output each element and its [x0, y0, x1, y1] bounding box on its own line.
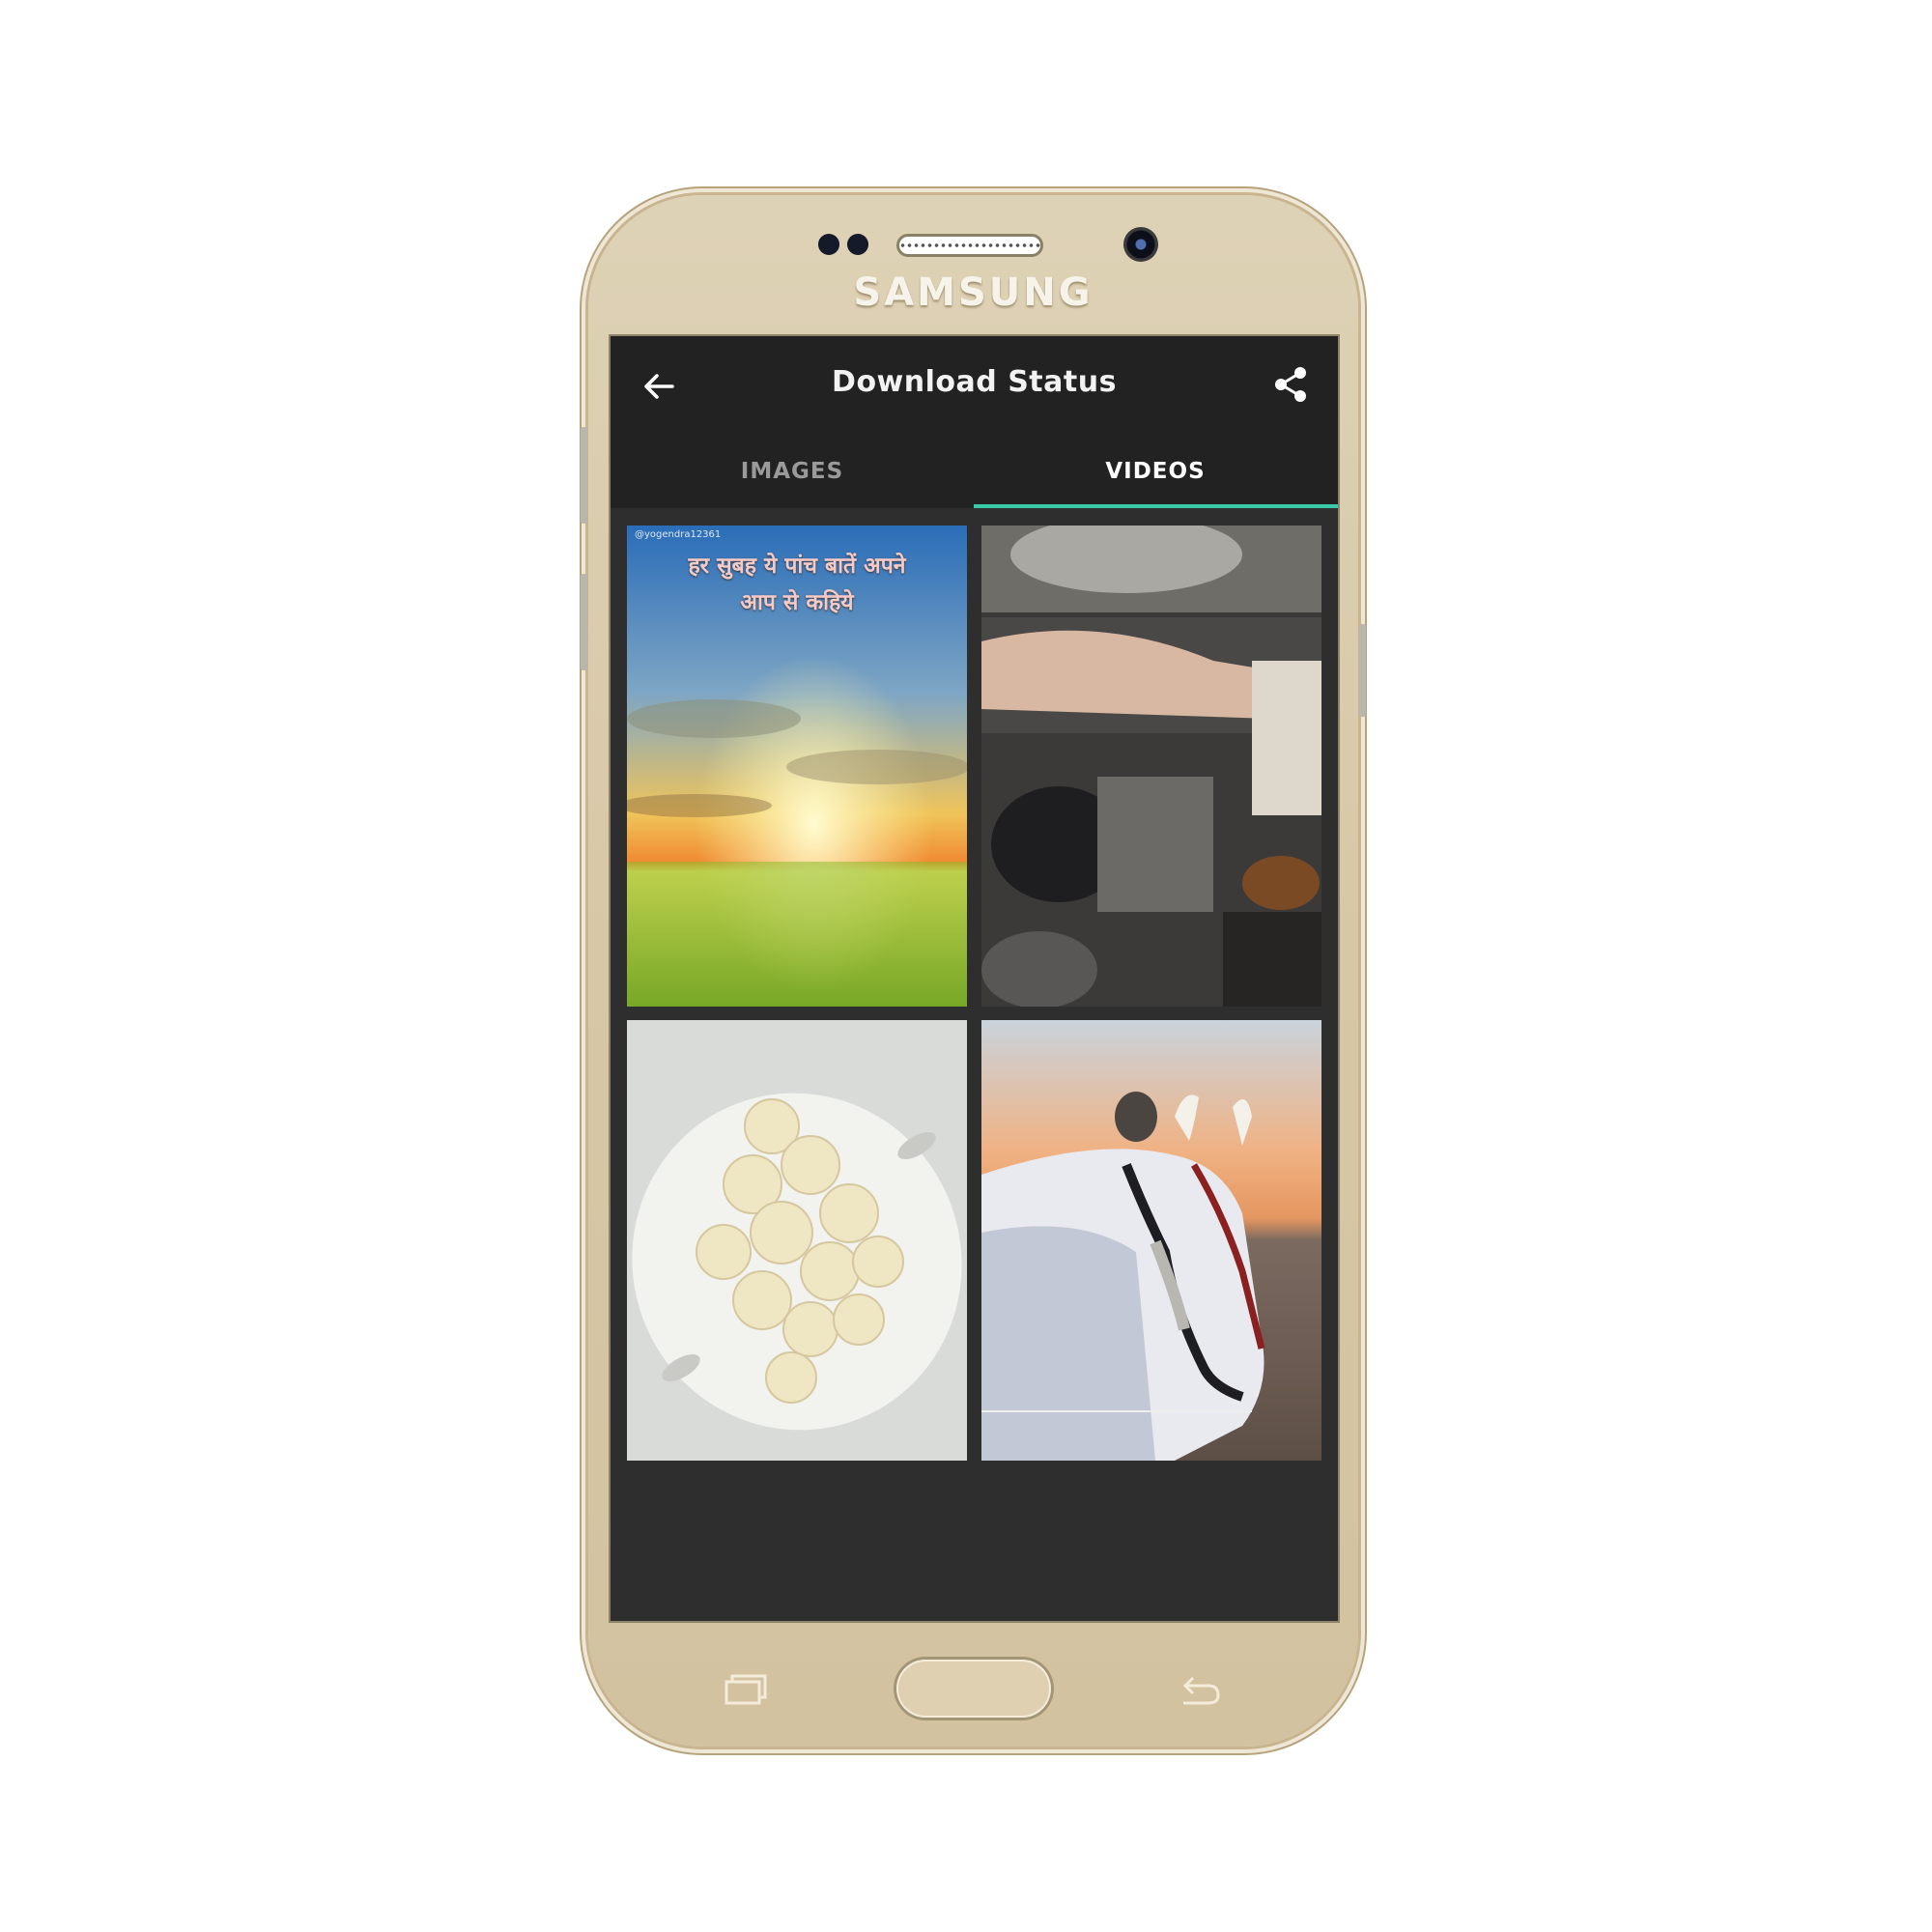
page-title: Download Status: [832, 365, 1117, 399]
front-camera-icon: [1123, 227, 1158, 262]
phone-frame: SAMSUNG Download Status IMAGES VIDEOS @y…: [581, 195, 1366, 1747]
share-button[interactable]: [1269, 363, 1312, 406]
brand-logo: SAMSUNG: [853, 270, 1094, 315]
volume-down-button: [581, 574, 587, 670]
tab-videos[interactable]: VIDEOS: [974, 435, 1337, 508]
video-thumbnail[interactable]: [627, 1020, 967, 1461]
cooking-image: [981, 526, 1321, 1007]
home-button[interactable]: [896, 1660, 1051, 1718]
app-bar: Download Status: [611, 336, 1338, 435]
recents-icon: [724, 1674, 767, 1705]
tab-indicator: [974, 504, 1338, 508]
overlay-text-line2: आप से कहिये: [740, 590, 854, 615]
video-thumbnail[interactable]: [981, 1020, 1321, 1461]
food-plate-image: [627, 1020, 967, 1461]
tab-bar: IMAGES VIDEOS: [611, 435, 1338, 508]
volume-up-button: [581, 427, 587, 524]
watermark-text: @yogendra12361: [635, 529, 722, 540]
sensor-icon: [847, 234, 868, 255]
overlay-text-line1: हर सुबह ये पांच बातें अपने: [688, 554, 906, 579]
video-thumbnail[interactable]: @yogendra12361 हर सुबह ये पांच बातें अपन…: [627, 526, 967, 1007]
back-key-icon: [1182, 1676, 1220, 1705]
earpiece-speaker: [899, 237, 1040, 254]
horse-image: [981, 1020, 1321, 1461]
back-key[interactable]: [1174, 1668, 1224, 1711]
power-button: [1359, 624, 1366, 717]
screen: Download Status IMAGES VIDEOS @yogendra1…: [609, 334, 1340, 1623]
recents-button[interactable]: [721, 1668, 771, 1711]
video-thumbnail[interactable]: [981, 526, 1321, 1007]
sensor-icon: [818, 234, 839, 255]
share-icon: [1275, 367, 1306, 402]
tab-images[interactable]: IMAGES: [611, 435, 974, 508]
